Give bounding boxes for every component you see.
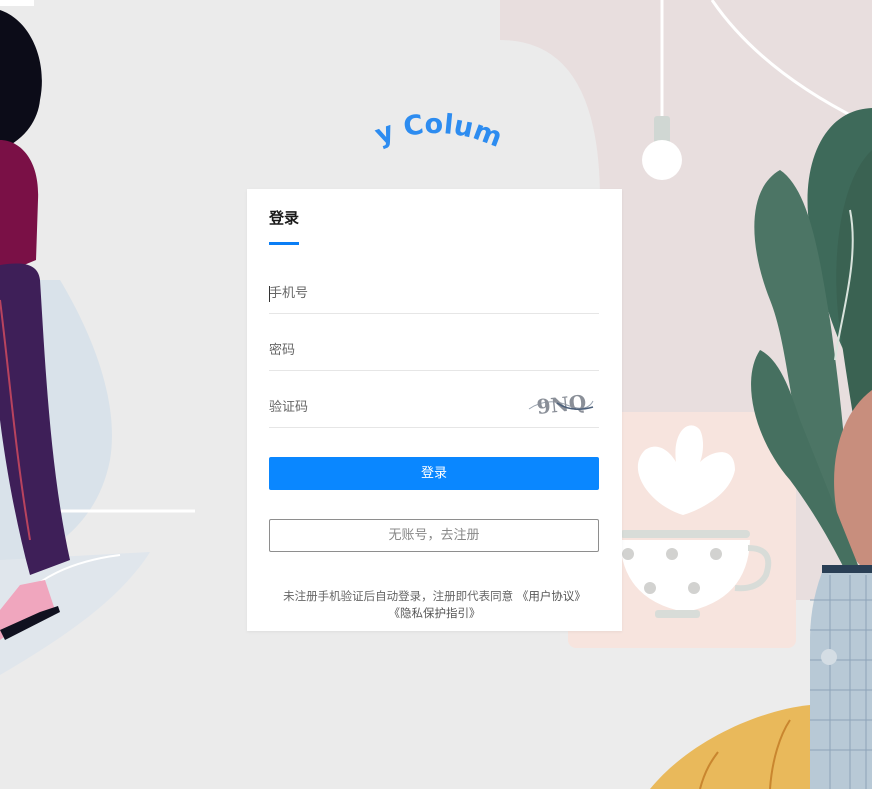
login-button[interactable]: 登录 [269,457,599,490]
register-button[interactable]: 无账号，去注册 [269,519,599,552]
brand-logo: My Column [360,108,506,154]
logo-text: My Column [360,108,506,154]
figure-hair [0,10,42,150]
tab-active-indicator [269,242,299,245]
password-input[interactable] [269,330,509,370]
agreement-prefix: 未注册手机验证后自动登录，注册即代表同意 [283,589,514,603]
vase [810,565,872,789]
cup-rim [620,530,750,538]
tab-login[interactable]: 登录 [269,207,299,228]
login-page: My Column 登录 9NQ 登录 无账号，去注册 未注册手机验证后自动登录… [0,0,872,789]
corner-patch [0,0,34,6]
phone-field [269,273,599,314]
login-card: 登录 9NQ 登录 无账号，去注册 未注册手机验证后自动登录，注册即代表同意 《… [247,189,622,631]
lamp-bulb [642,140,682,180]
agreement-text: 未注册手机验证后自动登录，注册即代表同意 《用户协议》 《隐私保护指引》 [247,588,622,622]
captcha-image[interactable]: 9NQ [527,393,595,419]
password-field [269,330,599,371]
verification-code-field: 9NQ [269,387,599,428]
verification-code-input[interactable] [269,387,509,427]
phone-input[interactable] [269,273,509,313]
privacy-guide-link[interactable]: 《隐私保护指引》 [389,606,481,620]
user-agreement-link[interactable]: 《用户协议》 [517,589,586,603]
figure-top [0,140,39,275]
